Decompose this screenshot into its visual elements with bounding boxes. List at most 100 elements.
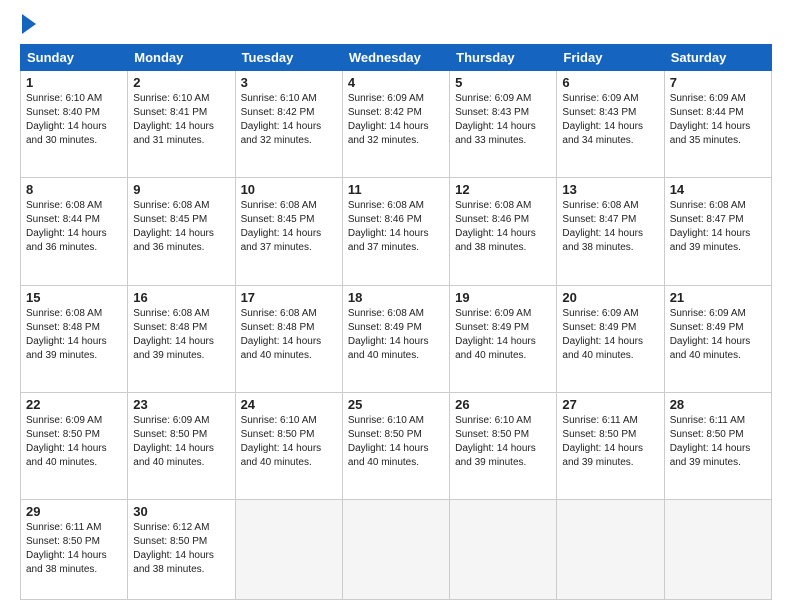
calendar-cell <box>450 500 557 600</box>
cell-line: Sunrise: 6:08 AM <box>241 199 337 213</box>
cell-info: Sunrise: 6:08 AMSunset: 8:47 PMDaylight:… <box>562 199 658 255</box>
cell-line: Daylight: 14 hours <box>562 442 658 456</box>
cell-line: and 38 minutes. <box>133 563 229 577</box>
cell-line: Sunrise: 6:08 AM <box>348 307 444 321</box>
calendar-cell: 29 Sunrise: 6:11 AMSunset: 8:50 PMDayligh… <box>21 500 128 600</box>
cell-info: Sunrise: 6:08 AMSunset: 8:48 PMDaylight:… <box>26 307 122 363</box>
weekday-header: Tuesday <box>235 45 342 71</box>
day-number: 30 <box>133 504 229 519</box>
calendar-cell: 17Sunrise: 6:08 AMSunset: 8:48 PMDayligh… <box>235 285 342 392</box>
cell-line: Daylight: 14 hours <box>562 227 658 241</box>
cell-line: Sunset: 8:50 PM <box>133 535 229 549</box>
header <box>20 16 772 34</box>
cell-info: Sunrise: 6:09 AMSunset: 8:49 PMDaylight:… <box>562 307 658 363</box>
cell-line: and 40 minutes. <box>455 349 551 363</box>
day-number: 16 <box>133 290 229 305</box>
calendar-cell <box>342 500 449 600</box>
cell-info: Sunrise: 6:10 AMSunset: 8:41 PMDaylight:… <box>133 92 229 148</box>
cell-line: Sunrise: 6:09 AM <box>348 92 444 106</box>
weekday-header: Thursday <box>450 45 557 71</box>
cell-info: Sunrise: 6:10 AMSunset: 8:50 PMDaylight:… <box>241 414 337 470</box>
day-number: 10 <box>241 182 337 197</box>
day-number: 23 <box>133 397 229 412</box>
cell-line: Daylight: 14 hours <box>26 335 122 349</box>
cell-line: Daylight: 14 hours <box>670 120 766 134</box>
day-number: 5 <box>455 75 551 90</box>
calendar-cell: 15Sunrise: 6:08 AMSunset: 8:48 PMDayligh… <box>21 285 128 392</box>
cell-line: Sunset: 8:49 PM <box>455 321 551 335</box>
calendar-cell: 16Sunrise: 6:08 AMSunset: 8:48 PMDayligh… <box>128 285 235 392</box>
cell-line: Sunrise: 6:08 AM <box>26 199 122 213</box>
cell-info: Sunrise: 6:11 AMSunset: 8:50 PMDaylight:… <box>562 414 658 470</box>
day-number: 20 <box>562 290 658 305</box>
cell-line: Daylight: 14 hours <box>26 442 122 456</box>
cell-line: and 39 minutes. <box>562 456 658 470</box>
cell-info: Sunrise: 6:12 AMSunset: 8:50 PMDaylight:… <box>133 521 229 577</box>
day-number: 21 <box>670 290 766 305</box>
day-number: 13 <box>562 182 658 197</box>
day-number: 14 <box>670 182 766 197</box>
calendar-cell: 1Sunrise: 6:10 AMSunset: 8:40 PMDaylight… <box>21 71 128 178</box>
cell-line: and 33 minutes. <box>455 134 551 148</box>
cell-line: and 38 minutes. <box>562 241 658 255</box>
cell-line: Sunset: 8:43 PM <box>455 106 551 120</box>
cell-line: Sunrise: 6:09 AM <box>455 92 551 106</box>
cell-line: Sunrise: 6:09 AM <box>670 92 766 106</box>
cell-line: Daylight: 14 hours <box>241 227 337 241</box>
cell-line: and 31 minutes. <box>133 134 229 148</box>
cell-line: Daylight: 14 hours <box>133 442 229 456</box>
cell-line: and 40 minutes. <box>348 456 444 470</box>
cell-line: and 38 minutes. <box>26 563 122 577</box>
cell-line: Sunset: 8:42 PM <box>241 106 337 120</box>
cell-info: Sunrise: 6:09 AMSunset: 8:50 PMDaylight:… <box>133 414 229 470</box>
cell-line: Sunset: 8:50 PM <box>348 428 444 442</box>
cell-line: Sunset: 8:42 PM <box>348 106 444 120</box>
day-number: 25 <box>348 397 444 412</box>
calendar-cell: 12Sunrise: 6:08 AMSunset: 8:46 PMDayligh… <box>450 178 557 285</box>
cell-line: Daylight: 14 hours <box>670 335 766 349</box>
cell-line: Sunrise: 6:08 AM <box>133 199 229 213</box>
cell-line: Sunset: 8:43 PM <box>562 106 658 120</box>
cell-line: Sunset: 8:46 PM <box>348 213 444 227</box>
cell-line: Sunset: 8:47 PM <box>562 213 658 227</box>
cell-line: Sunset: 8:48 PM <box>241 321 337 335</box>
cell-line: and 40 minutes. <box>241 349 337 363</box>
cell-line: and 37 minutes. <box>241 241 337 255</box>
cell-line: Sunrise: 6:08 AM <box>562 199 658 213</box>
cell-line: and 40 minutes. <box>562 349 658 363</box>
calendar-table: SundayMondayTuesdayWednesdayThursdayFrid… <box>20 44 772 600</box>
day-number: 7 <box>670 75 766 90</box>
cell-line: and 37 minutes. <box>348 241 444 255</box>
calendar-cell: 9Sunrise: 6:08 AMSunset: 8:45 PMDaylight… <box>128 178 235 285</box>
day-number: 24 <box>241 397 337 412</box>
cell-line: and 30 minutes. <box>26 134 122 148</box>
cell-line: Sunset: 8:50 PM <box>133 428 229 442</box>
weekday-header: Sunday <box>21 45 128 71</box>
cell-info: Sunrise: 6:08 AMSunset: 8:48 PMDaylight:… <box>241 307 337 363</box>
calendar-cell: 6Sunrise: 6:09 AMSunset: 8:43 PMDaylight… <box>557 71 664 178</box>
logo-arrow-icon <box>22 14 36 34</box>
cell-info: Sunrise: 6:10 AMSunset: 8:50 PMDaylight:… <box>348 414 444 470</box>
cell-line: and 36 minutes. <box>26 241 122 255</box>
cell-line: Sunrise: 6:09 AM <box>455 307 551 321</box>
cell-line: Sunset: 8:45 PM <box>133 213 229 227</box>
cell-line: Daylight: 14 hours <box>133 335 229 349</box>
cell-line: Sunset: 8:49 PM <box>562 321 658 335</box>
day-number: 27 <box>562 397 658 412</box>
cell-line: and 34 minutes. <box>562 134 658 148</box>
day-number: 2 <box>133 75 229 90</box>
cell-line: Sunrise: 6:09 AM <box>562 92 658 106</box>
day-number: 3 <box>241 75 337 90</box>
page: SundayMondayTuesdayWednesdayThursdayFrid… <box>0 0 792 612</box>
cell-line: Sunrise: 6:08 AM <box>241 307 337 321</box>
calendar-cell: 19Sunrise: 6:09 AMSunset: 8:49 PMDayligh… <box>450 285 557 392</box>
day-number: 29 <box>26 504 122 519</box>
cell-line: and 40 minutes. <box>26 456 122 470</box>
calendar-cell: 11Sunrise: 6:08 AMSunset: 8:46 PMDayligh… <box>342 178 449 285</box>
cell-line: Sunrise: 6:11 AM <box>670 414 766 428</box>
cell-line: and 39 minutes. <box>26 349 122 363</box>
calendar-cell: 13 Sunrise: 6:08 AMSunset: 8:47 PMDayligh… <box>557 178 664 285</box>
cell-info: Sunrise: 6:11 AMSunset: 8:50 PMDaylight:… <box>26 521 122 577</box>
day-number: 12 <box>455 182 551 197</box>
cell-line: Daylight: 14 hours <box>670 227 766 241</box>
